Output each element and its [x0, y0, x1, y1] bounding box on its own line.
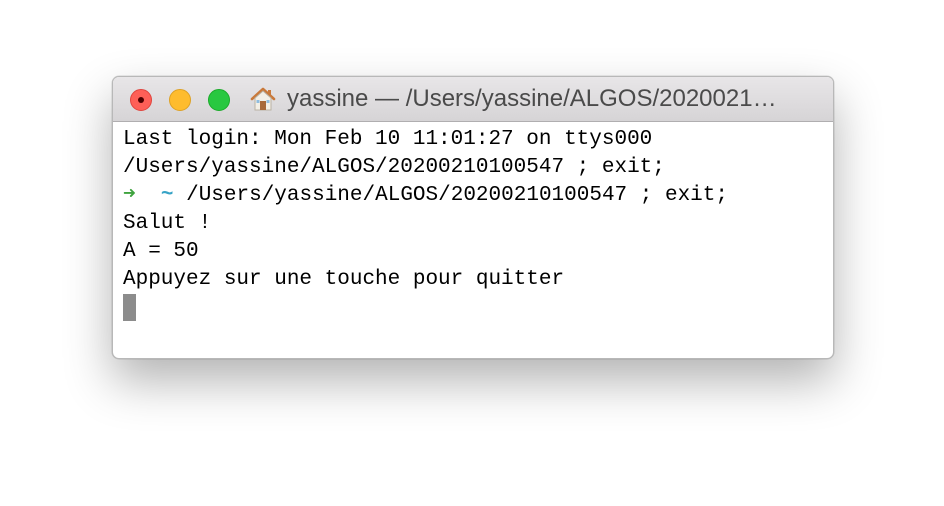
terminal-window: yassine — /Users/yassine/ALGOS/2020021… …: [112, 76, 834, 359]
close-button[interactable]: [130, 89, 152, 111]
text-cursor: [123, 294, 136, 321]
home-icon: [250, 87, 276, 111]
terminal-line: Last login: Mon Feb 10 11:01:27 on ttys0…: [123, 128, 653, 151]
cursor-line: [123, 294, 833, 322]
terminal-output-line: A = 50: [123, 240, 199, 263]
window-title: yassine — /Users/yassine/ALGOS/2020021…: [249, 77, 823, 121]
title-bar[interactable]: yassine — /Users/yassine/ALGOS/2020021…: [113, 77, 833, 122]
prompt-line: ➜ ~ /Users/yassine/ALGOS/20200210100547 …: [123, 182, 833, 210]
terminal-output-line: Appuyez sur une touche pour quitter: [123, 268, 565, 291]
terminal-line: /Users/yassine/ALGOS/20200210100547 ; ex…: [123, 156, 665, 179]
minimize-button[interactable]: [169, 89, 191, 111]
prompt-command: /Users/yassine/ALGOS/20200210100547 ; ex…: [173, 184, 728, 207]
terminal-content[interactable]: Last login: Mon Feb 10 11:01:27 on ttys0…: [113, 122, 833, 322]
terminal-output-line: Salut !: [123, 212, 212, 235]
window-title-text: yassine — /Users/yassine/ALGOS/2020021…: [287, 85, 777, 112]
maximize-button[interactable]: [208, 89, 230, 111]
prompt-arrow-icon: ➜: [123, 184, 136, 207]
prompt-tilde: ~: [160, 184, 174, 207]
